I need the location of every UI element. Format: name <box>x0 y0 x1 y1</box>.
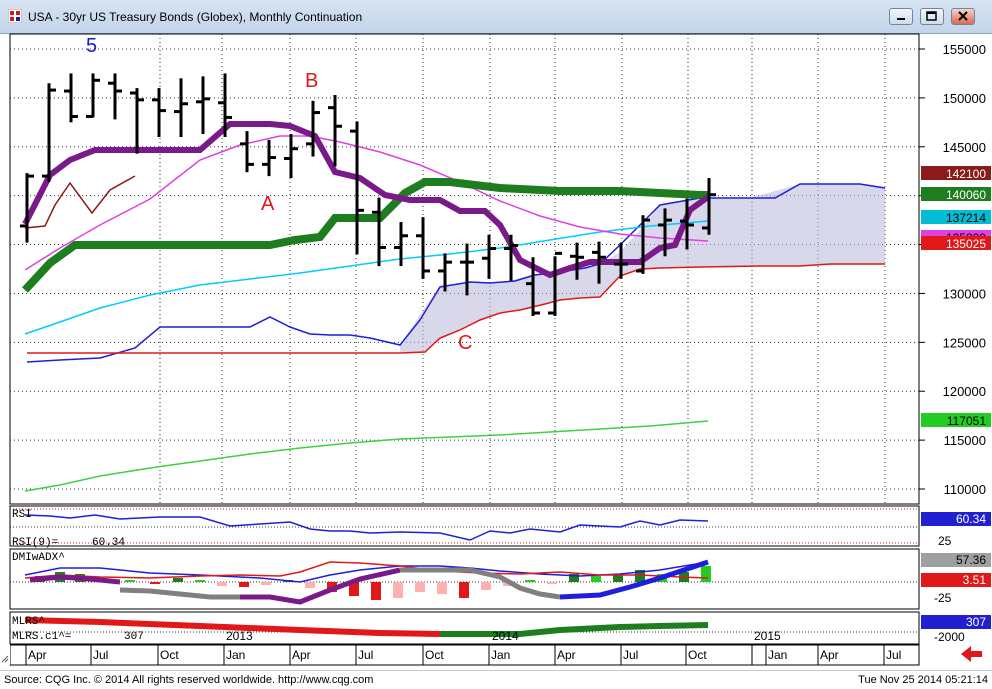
dmi-histogram-bar <box>459 582 469 598</box>
price-tick-label: 155000 <box>943 42 986 57</box>
minimize-button[interactable] <box>889 8 913 25</box>
title-bar[interactable]: USA - 30yr US Treasury Bonds (Globex), M… <box>0 0 992 34</box>
time-axis-label: Apr <box>28 648 47 662</box>
cqg-app-icon <box>8 9 22 23</box>
dmi-histogram-bar <box>371 582 381 600</box>
dmi-histogram-bar <box>261 582 271 585</box>
dmi-histogram-bar <box>437 582 447 594</box>
dmi-histogram-bar <box>481 582 491 590</box>
dmi-histogram-bar <box>701 566 711 582</box>
wave-5-label: 5 <box>86 35 97 57</box>
window-title: USA - 30yr US Treasury Bonds (Globex), M… <box>28 10 363 24</box>
dmi-histogram-bar <box>393 582 403 598</box>
dmi-histogram-bar <box>591 576 601 582</box>
time-axis-label: 2015 <box>754 629 781 643</box>
time-axis-label: Apr <box>557 648 576 662</box>
price-tick-label: 145000 <box>943 140 986 155</box>
time-axis-label: Jan <box>491 648 510 662</box>
wave-c-label: C <box>458 332 472 354</box>
time-axis-label: Apr <box>292 648 311 662</box>
mlrs-year-2013: 2013 <box>226 629 253 643</box>
dmi-header: DMIwADX^ <box>12 552 65 564</box>
dmi-histogram-bar <box>125 580 135 582</box>
time-axis-label: Jul <box>623 648 638 662</box>
time-axis-label: Jul <box>93 648 108 662</box>
chart-window: USA - 30yr US Treasury Bonds (Globex), M… <box>0 0 992 689</box>
dmi-histogram-bar <box>195 580 205 582</box>
wave-a-label: A <box>261 193 275 215</box>
chart-area[interactable]: 5 B A C 15500015000014500014000013500013… <box>0 33 992 670</box>
rsi-pane[interactable] <box>9 505 920 547</box>
price-value-label: 140060 <box>946 188 986 202</box>
price-axis[interactable]: 1550001500001450001400001350001300001250… <box>919 42 986 497</box>
dmi-histogram-bar <box>525 580 535 582</box>
dmi-histogram-bar <box>173 578 183 582</box>
mlrs-legend-value: 307 <box>124 631 144 643</box>
price-pane[interactable] <box>9 33 920 505</box>
dmi-histogram-bar <box>217 582 227 586</box>
mlrs-legend: MLRS.c1^= <box>12 631 71 643</box>
price-tick-label: 115000 <box>944 433 986 448</box>
minimize-icon <box>897 18 905 20</box>
price-tick-label: 150000 <box>943 91 986 106</box>
pane-resize-handle[interactable] <box>0 644 10 665</box>
price-value-label: 137214 <box>946 211 986 225</box>
close-icon <box>958 11 968 21</box>
mlrs-pane[interactable] <box>9 611 920 645</box>
price-value-label: 142100 <box>946 167 986 181</box>
price-value-label: 135025 <box>946 237 986 251</box>
restore-icon <box>926 11 937 21</box>
mlrs-axis-tick: -2000 <box>934 630 965 644</box>
time-axis-label: Oct <box>160 648 179 662</box>
dmi-histogram-bar <box>547 582 557 584</box>
dmi-pane[interactable] <box>9 548 920 610</box>
time-axis-label: Oct <box>688 648 707 662</box>
status-footer: Source: CQG Inc. © 2014 All rights reser… <box>0 670 992 689</box>
restore-button[interactable] <box>920 8 944 25</box>
timestamp-text: Tue Nov 25 2014 05:21:14 <box>858 674 988 686</box>
time-axis-label: Jan <box>768 648 787 662</box>
rsi-legend-value: 60.34 <box>92 537 125 549</box>
copyright-text: Source: CQG Inc. © 2014 All rights reser… <box>4 674 374 686</box>
rsi-axis-tick: 25 <box>938 534 952 548</box>
dmi-histogram-bar <box>305 582 315 588</box>
time-axis-label: Jan <box>226 648 245 662</box>
mlrs-value-label: 307 <box>966 615 986 629</box>
rsi-value-label: 60.34 <box>956 512 986 526</box>
time-axis-label: Jul <box>886 648 901 662</box>
mlrs-year-2014: 2014 <box>492 629 519 643</box>
close-button[interactable] <box>951 8 975 25</box>
price-tick-label: 130000 <box>943 286 986 301</box>
price-tick-label: 110000 <box>944 482 986 497</box>
dmi-histogram-bar <box>239 582 249 587</box>
price-tick-label: 125000 <box>943 335 986 350</box>
scroll-right-button[interactable] <box>955 644 985 664</box>
price-value-label: 117051 <box>947 414 986 428</box>
time-axis-label: Apr <box>820 648 839 662</box>
dmi-histogram-bar <box>150 582 160 584</box>
mlrs-header: MLRS^ <box>12 616 45 628</box>
rsi-legend: RSI(9)= <box>12 537 58 549</box>
dmi-top-value: 57.36 <box>956 553 986 567</box>
dmi-mid-value: 3.51 <box>963 573 987 587</box>
dmi-axis-tick: -25 <box>934 591 952 605</box>
dmi-histogram-bar <box>415 582 425 592</box>
price-tick-label: 120000 <box>943 384 986 399</box>
rsi-header: RSI <box>12 509 32 521</box>
time-axis-label: Oct <box>425 648 444 662</box>
time-axis-label: Jul <box>358 648 373 662</box>
wave-b-label: B <box>305 70 318 92</box>
